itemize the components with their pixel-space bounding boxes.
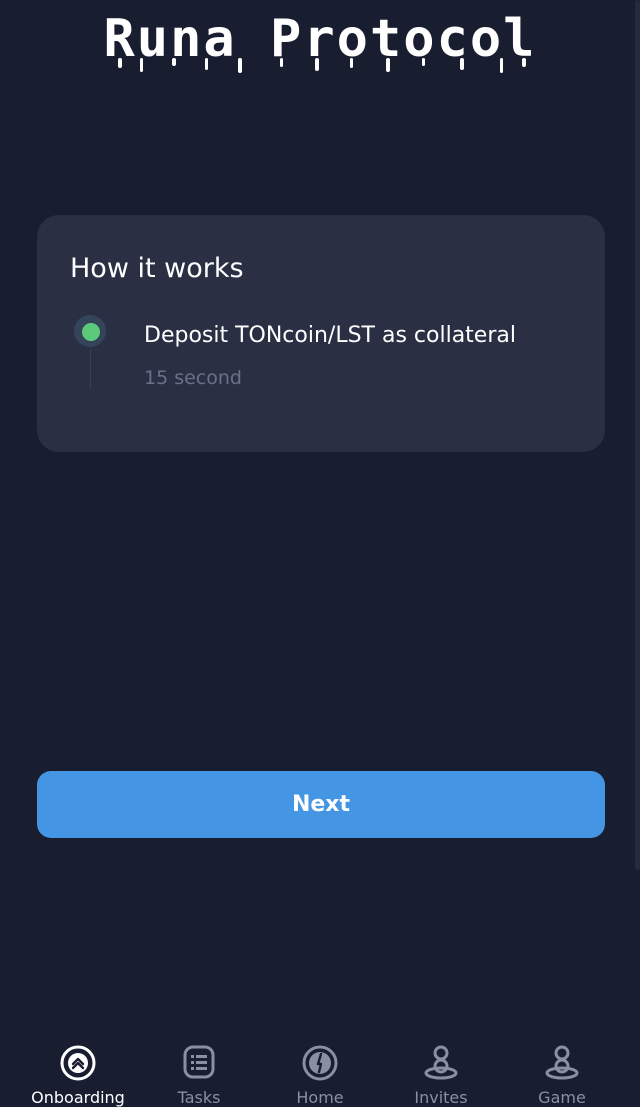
- next-button[interactable]: Next: [37, 771, 605, 838]
- nav-item-home[interactable]: Home: [260, 1037, 380, 1107]
- invites-icon: [424, 1045, 458, 1080]
- onboarding-screen: Runa Protocol How it works Deposit TONco…: [0, 0, 640, 1107]
- how-it-works-card: How it works Deposit TONcoin/LST as coll…: [37, 215, 605, 452]
- nav-item-game[interactable]: Game: [502, 1037, 622, 1107]
- nav-item-onboarding[interactable]: Onboarding: [18, 1037, 138, 1107]
- game-icon: [545, 1045, 579, 1080]
- nav-item-tasks[interactable]: Tasks: [139, 1037, 259, 1107]
- title-drip-decoration: [118, 58, 526, 73]
- nav-label-invites: Invites: [414, 1088, 468, 1107]
- tasks-icon: [183, 1045, 215, 1079]
- card-title: How it works: [70, 253, 244, 284]
- nav-item-invites[interactable]: Invites: [381, 1037, 501, 1107]
- nav-label-game: Game: [538, 1088, 586, 1107]
- step-connector-line: [90, 349, 91, 389]
- nav-label-tasks: Tasks: [177, 1088, 221, 1107]
- onboarding-icon: [60, 1045, 96, 1081]
- home-icon: [302, 1045, 338, 1081]
- step-label: Deposit TONcoin/LST as collateral: [144, 323, 516, 348]
- step-time: 15 second: [144, 367, 242, 389]
- bottom-nav: Onboarding Tasks Home Invites Game: [0, 1037, 640, 1107]
- nav-label-home: Home: [296, 1088, 344, 1107]
- step-status-dot: [82, 323, 100, 341]
- scrollbar[interactable]: [635, 0, 640, 870]
- step-status-indicator: [74, 315, 106, 347]
- nav-label-onboarding: Onboarding: [31, 1088, 125, 1107]
